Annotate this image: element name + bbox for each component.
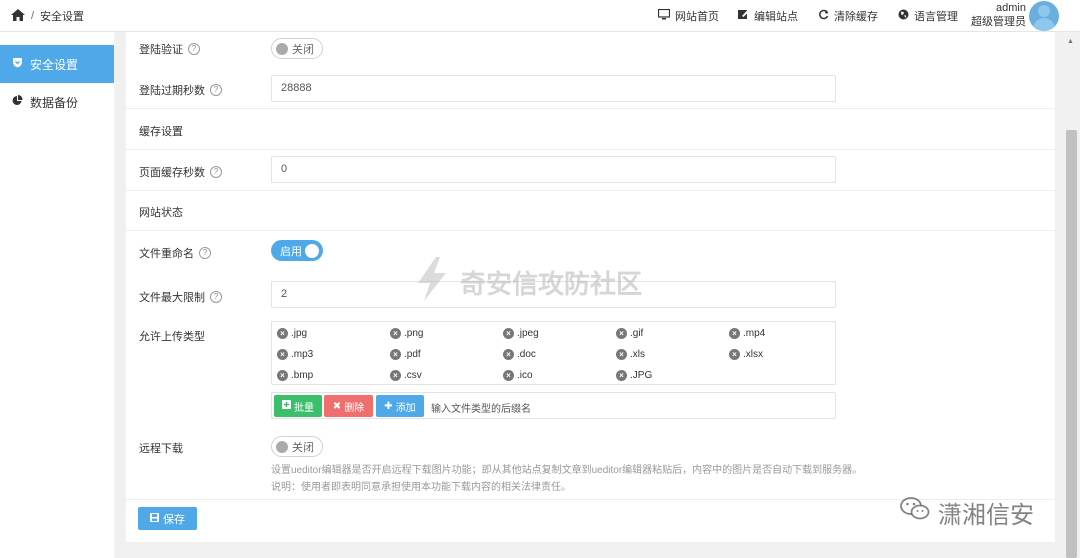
divider <box>126 190 1055 191</box>
nav-language[interactable]: 语言管理 <box>898 8 958 24</box>
type-tag: × .mp3 <box>277 349 313 360</box>
login-expire-label: 登陆过期秒数 ? <box>139 82 222 98</box>
sidebar-item-label: 数据备份 <box>30 95 79 110</box>
type-tag: × .jpeg <box>503 328 539 339</box>
remove-tag-icon[interactable]: × <box>729 349 740 360</box>
help-icon[interactable]: ? <box>199 247 211 259</box>
remove-tag-icon[interactable]: × <box>729 328 740 339</box>
add-button[interactable]: ✚ 添加 <box>376 395 424 417</box>
divider <box>126 499 1055 500</box>
cache-section-title: 缓存设置 <box>139 126 183 138</box>
help-icon[interactable]: ? <box>188 43 200 55</box>
remove-tag-icon[interactable]: × <box>503 349 514 360</box>
close-icon: ✖ <box>332 400 342 412</box>
file-rename-label: 文件重命名 ? <box>139 245 211 261</box>
file-max-label: 文件最大限制 ? <box>139 289 222 305</box>
page-cache-input[interactable]: 0 <box>271 156 836 183</box>
type-tag: × .xls <box>616 349 645 360</box>
edit-icon <box>738 9 749 23</box>
delete-button[interactable]: ✖ 删除 <box>324 395 373 417</box>
file-max-input[interactable]: 2 <box>271 281 836 308</box>
scroll-thumb[interactable] <box>1066 130 1077 558</box>
type-tag: × .pdf <box>390 349 421 360</box>
nav-label: 语言管理 <box>914 11 958 23</box>
user-name: admin <box>996 2 1026 14</box>
type-tag: × .gif <box>616 328 643 339</box>
remove-tag-icon[interactable]: × <box>277 349 288 360</box>
scroll-up-icon[interactable]: ▲ <box>1067 38 1074 45</box>
type-tag: × .JPG <box>616 370 652 381</box>
globe-icon <box>898 9 909 23</box>
remove-tag-icon[interactable]: × <box>277 328 288 339</box>
remote-download-toggle[interactable]: 关闭 <box>271 436 323 457</box>
home-icon[interactable] <box>11 8 25 24</box>
save-icon <box>150 512 159 525</box>
settings-panel: 登陆验证 ? 关闭 登陆过期秒数 ? 28888 缓存设置 页面缓存秒数 ? 0… <box>126 32 1055 542</box>
type-tag: × .doc <box>503 349 536 360</box>
file-rename-toggle[interactable]: 启用 <box>271 240 323 261</box>
page-cache-label: 页面缓存秒数 ? <box>139 164 222 180</box>
sidebar-item-security[interactable]: 安全设置 <box>0 45 114 83</box>
nav-website-home[interactable]: 网站首页 <box>657 8 719 24</box>
type-actions: 批量 ✖ 删除 ✚ 添加 输入文件类型的后缀名 <box>271 392 836 419</box>
breadcrumb-current: 安全设置 <box>40 11 85 23</box>
type-tag: × .bmp <box>277 370 313 381</box>
type-tag: × .png <box>390 328 423 339</box>
login-verify-toggle[interactable]: 关闭 <box>271 38 323 59</box>
sidebar-item-label: 安全设置 <box>30 57 79 72</box>
help-icon[interactable]: ? <box>210 291 222 303</box>
scrollbar[interactable]: ▲ <box>1063 32 1080 558</box>
breadcrumb: / 安全设置 <box>11 8 84 24</box>
save-button[interactable]: 保存 <box>138 507 197 530</box>
remote-download-disclaimer: 说明：使用者即表明同意承担使用本功能下载内容的相关法律责任。 <box>271 482 571 493</box>
nav-label: 网站首页 <box>675 11 719 23</box>
plus-square-icon <box>282 400 291 412</box>
monitor-icon <box>657 8 671 23</box>
remove-tag-icon[interactable]: × <box>616 349 627 360</box>
help-icon[interactable]: ? <box>210 84 222 96</box>
nav-edit-site[interactable]: 编辑站点 <box>738 8 798 24</box>
refresh-icon <box>818 9 829 23</box>
divider <box>126 149 1055 150</box>
login-verify-label: 登陆验证 ? <box>139 41 200 57</box>
upload-types-box: × .jpg × .png × .jpeg × .gif × .mp4 × .mp3 × .p… <box>271 321 836 385</box>
remove-tag-icon[interactable]: × <box>616 328 627 339</box>
pie-chart-icon <box>12 94 23 109</box>
type-suffix-input[interactable]: 输入文件类型的后缀名 <box>431 400 531 415</box>
login-expire-input[interactable]: 28888 <box>271 75 836 102</box>
type-tag: × .mp4 <box>729 328 765 339</box>
divider <box>126 230 1055 231</box>
nav-clear-cache[interactable]: 清除缓存 <box>818 8 878 24</box>
remove-tag-icon[interactable]: × <box>390 328 401 339</box>
type-tag: × .jpg <box>277 328 307 339</box>
type-tag: × .ico <box>503 370 533 381</box>
breadcrumb-separator: / <box>31 10 35 22</box>
top-bar: / 安全设置 网站首页 编辑站点 清除缓存 语言管理 admin 超级管理员 <box>0 0 1080 32</box>
upload-types-label: 允许上传类型 <box>139 331 205 343</box>
divider <box>126 108 1055 109</box>
remove-tag-icon[interactable]: × <box>390 370 401 381</box>
remote-download-label: 远程下载 <box>139 443 183 455</box>
remove-tag-icon[interactable]: × <box>503 370 514 381</box>
shield-icon <box>12 57 23 71</box>
nav-label: 编辑站点 <box>754 11 798 23</box>
user-role: 超级管理员 <box>971 16 1026 28</box>
remove-tag-icon[interactable]: × <box>390 349 401 360</box>
nav-label: 清除缓存 <box>834 11 878 23</box>
remove-tag-icon[interactable]: × <box>503 328 514 339</box>
type-tag: × .csv <box>390 370 422 381</box>
help-icon[interactable]: ? <box>210 166 222 178</box>
sidebar: 安全设置 数据备份 <box>0 32 114 558</box>
status-section-title: 网站状态 <box>139 207 183 219</box>
remove-tag-icon[interactable]: × <box>616 370 627 381</box>
user-info[interactable]: admin 超级管理员 <box>971 1 1026 29</box>
remove-tag-icon[interactable]: × <box>277 370 288 381</box>
batch-button[interactable]: 批量 <box>274 395 322 417</box>
avatar[interactable] <box>1029 1 1059 31</box>
sidebar-item-backup[interactable]: 数据备份 <box>0 83 114 121</box>
remote-download-note: 设置ueditor编辑器是否开启远程下载图片功能；即从其他站点复制文章到uedi… <box>271 465 863 476</box>
type-tag: × .xlsx <box>729 349 763 360</box>
plus-icon: ✚ <box>384 400 393 412</box>
